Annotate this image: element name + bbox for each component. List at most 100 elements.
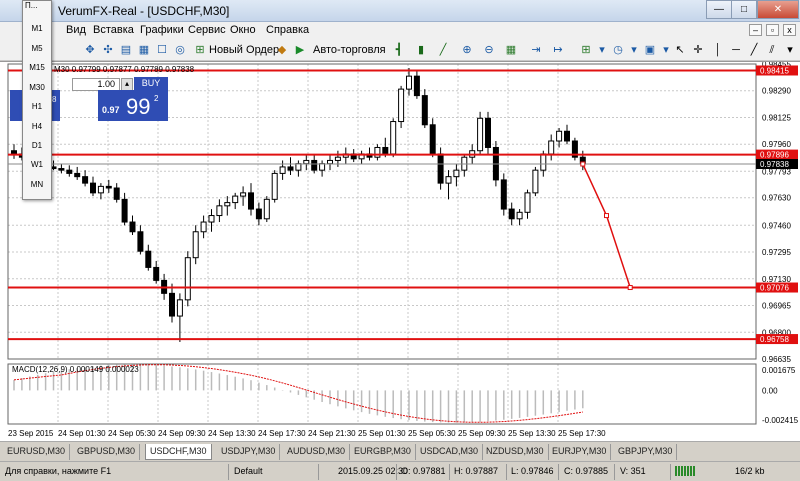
auto-trading-icon[interactable]: ◆	[274, 43, 290, 58]
editor-icon[interactable]: ☐	[154, 43, 170, 58]
menu-bar: Вид Вставка Графики Сервис Окно Справка …	[0, 22, 800, 40]
candlestick-icon[interactable]: ▮	[413, 43, 429, 58]
chart-shift-icon[interactable]: ↦	[550, 43, 566, 58]
menu-insert[interactable]: Вставка	[93, 24, 134, 36]
candle-body	[437, 153, 444, 184]
auto-trading-button[interactable]: Авто-торговля	[313, 44, 386, 56]
terminal-icon[interactable]: ▤	[118, 43, 134, 58]
time-axis-label: 25 Sep 01:30	[358, 429, 406, 438]
crosshair-tool-icon[interactable]: ✛	[690, 43, 706, 58]
bar-chart-icon[interactable]: ┫	[391, 43, 407, 58]
candle-body	[129, 221, 136, 233]
text-tool-icon[interactable]: ▾	[782, 43, 798, 58]
crosshair-icon[interactable]: ✥	[82, 43, 98, 58]
mdi-minimize-button[interactable]: –	[749, 24, 762, 36]
templates-icon[interactable]: ▣	[642, 43, 658, 58]
timeframe-h4[interactable]: H4	[23, 122, 51, 131]
zoom-in-icon[interactable]: ⊕	[459, 43, 475, 58]
buy-button[interactable]: 0.97 99 2	[98, 90, 168, 121]
timeframe-w1[interactable]: W1	[23, 160, 51, 169]
periods-icon[interactable]: ◷	[610, 43, 626, 58]
price-axis-label: 0.97130	[762, 275, 791, 284]
tab-audusd[interactable]: AUDUSD,M30	[283, 444, 351, 460]
horizontal-line-icon[interactable]: ─	[728, 43, 744, 58]
tile-windows-icon[interactable]: ▦	[503, 43, 519, 58]
navigator-icon[interactable]: ✣	[100, 43, 116, 58]
tester-icon[interactable]: ▦	[136, 43, 152, 58]
close-button[interactable]: ✕	[757, 0, 799, 19]
tab-nzdusd[interactable]: NZDUSD,M30	[482, 444, 549, 460]
candle-body	[406, 75, 412, 90]
candle-body	[121, 198, 128, 223]
mdi-close-button[interactable]: x	[783, 24, 796, 36]
candle-body	[390, 121, 397, 155]
mdi-restore-button[interactable]: ▫	[766, 24, 779, 36]
status-traffic: 16/2 kb	[735, 466, 765, 476]
macd-axis-label: 0.001675	[762, 366, 796, 375]
time-axis-label: 25 Sep 13:30	[508, 429, 556, 438]
tab-eurjpy[interactable]: EURJPY,M30	[548, 444, 612, 460]
menu-view[interactable]: Вид	[66, 24, 86, 36]
maximize-button[interactable]: □	[731, 0, 757, 19]
menu-window[interactable]: Окно	[230, 24, 256, 36]
periods-dropdown-icon[interactable]: ▾	[626, 43, 642, 58]
timeframe-d1[interactable]: D1	[23, 141, 51, 150]
candle-body	[176, 299, 183, 317]
tab-gbpjpy[interactable]: GBPJPY,M30	[614, 444, 678, 460]
menu-charts[interactable]: Графики	[140, 24, 184, 36]
timeframe-m5[interactable]: M5	[23, 44, 51, 53]
time-axis-label: 25 Sep 05:30	[408, 429, 456, 438]
menu-tools[interactable]: Сервис	[188, 24, 226, 36]
tab-eurusd[interactable]: EURUSD,M30	[3, 444, 71, 460]
timeframe-m1[interactable]: M1	[23, 24, 51, 33]
tab-usdchf[interactable]: USDCHF,M30	[145, 444, 212, 460]
new-order-button[interactable]: Новый Ордер	[209, 44, 279, 56]
price-axis-label: 0.97630	[762, 194, 791, 203]
timeframe-h1[interactable]: H1	[23, 102, 51, 111]
zoom-out-icon[interactable]: ⊖	[481, 43, 497, 58]
buy-label[interactable]: BUY	[134, 77, 168, 90]
auto-scroll-icon[interactable]: ⇥	[528, 43, 544, 58]
candle-body	[374, 146, 381, 158]
price-tag-label: 0.97838	[760, 160, 789, 169]
timeframe-m30[interactable]: M30	[23, 83, 51, 92]
minimize-button[interactable]: —	[706, 0, 732, 19]
vertical-line-icon[interactable]: │	[710, 43, 726, 58]
candle-body	[66, 169, 73, 174]
timeframe-m15[interactable]: M15	[23, 63, 51, 72]
alerts-icon[interactable]: ◎	[172, 43, 188, 58]
sell-price-sup: 8	[52, 95, 57, 104]
candle-body	[208, 215, 215, 223]
tab-usdjpy[interactable]: USDJPY,M30	[217, 444, 281, 460]
status-low: L: 0.97846	[511, 466, 554, 476]
candle-body	[137, 231, 144, 252]
tab-gbpusd[interactable]: GBPUSD,M30	[73, 444, 141, 460]
price-axis-label: 0.97960	[762, 140, 791, 149]
channel-icon[interactable]: ⫽	[764, 43, 780, 58]
candle-body	[477, 117, 484, 152]
time-axis-label: 23 Sep 2015	[8, 429, 54, 438]
candle-body	[413, 75, 420, 97]
indicators-dropdown-icon[interactable]: ▾	[594, 43, 610, 58]
indicators-icon[interactable]: ⊞	[578, 43, 594, 58]
candle-body	[240, 192, 247, 197]
projection-point	[627, 285, 633, 291]
timeframe-mn[interactable]: MN	[23, 180, 51, 189]
tab-eurgbp[interactable]: EURGBP,M30	[350, 444, 416, 460]
projection-point	[580, 161, 586, 167]
play-icon[interactable]: ▶	[292, 43, 308, 58]
candle-body	[311, 159, 318, 171]
tab-usdcad[interactable]: USDCAD,M30	[416, 444, 484, 460]
line-chart-icon[interactable]: ╱	[435, 43, 451, 58]
trendline-icon[interactable]: ╱	[746, 43, 762, 58]
cursor-icon[interactable]: ↖	[672, 43, 688, 58]
new-order-icon[interactable]: ⊞	[192, 43, 208, 58]
projection-point	[604, 213, 609, 219]
candle-body	[334, 156, 341, 161]
status-open: O: 0.97881	[401, 466, 446, 476]
candle-body	[153, 266, 160, 281]
price-axis-label: 0.97295	[762, 248, 791, 257]
time-axis-label: 25 Sep 09:30	[458, 429, 506, 438]
menu-help[interactable]: Справка	[266, 24, 309, 36]
toolbar: ✥ ✣ ▤ ▦ ☐ ◎ ⊞ Новый Ордер ◆ ▶ Авто-торго…	[0, 40, 800, 61]
